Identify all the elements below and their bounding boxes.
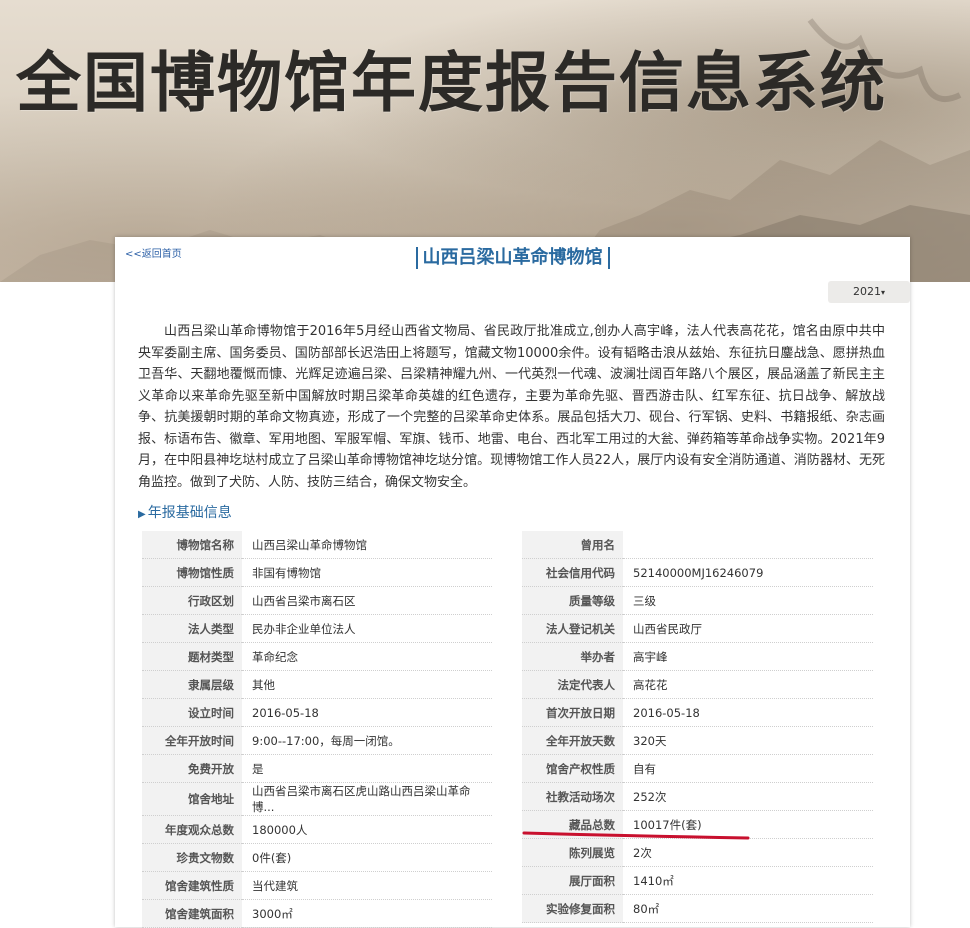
field-value: 80㎡ bbox=[623, 894, 873, 923]
field-value: 高宇峰 bbox=[623, 642, 873, 671]
field-label: 首次开放日期 bbox=[522, 698, 623, 727]
field-value: 山西省吕梁市离石区 bbox=[242, 586, 492, 615]
table-row: 馆舍产权性质 自有 bbox=[522, 754, 873, 783]
field-value: 252次 bbox=[623, 782, 873, 811]
field-label: 隶属层级 bbox=[142, 670, 242, 699]
table-row: 举办者 高宇峰 bbox=[522, 642, 873, 671]
field-value: 革命纪念 bbox=[242, 642, 492, 671]
field-label: 举办者 bbox=[522, 642, 623, 671]
field-label: 馆舍产权性质 bbox=[522, 754, 623, 783]
field-label: 博物馆性质 bbox=[142, 558, 242, 587]
museum-title: 山西吕梁山革命博物馆 bbox=[115, 247, 910, 269]
table-row: 陈列展览 2次 bbox=[522, 838, 873, 867]
field-label: 馆舍地址 bbox=[142, 782, 242, 816]
table-row: 馆舍建筑面积 3000㎡ bbox=[142, 899, 492, 928]
table-row: 博物馆名称 山西吕梁山革命博物馆 bbox=[142, 531, 492, 559]
field-label: 设立时间 bbox=[142, 698, 242, 727]
field-label: 博物馆名称 bbox=[142, 531, 242, 559]
field-label: 馆舍建筑性质 bbox=[142, 871, 242, 900]
caret-down-icon: ▾ bbox=[880, 288, 885, 297]
red-underline-annotation bbox=[522, 831, 750, 840]
table-row: 法人登记机关 山西省民政厅 bbox=[522, 614, 873, 643]
field-value: 0件(套) bbox=[242, 843, 492, 872]
field-label: 免费开放 bbox=[142, 754, 242, 783]
table-row: 珍贵文物数 0件(套) bbox=[142, 843, 492, 872]
field-label: 行政区划 bbox=[142, 586, 242, 615]
field-value: 52140000MJ16246079 bbox=[623, 558, 873, 587]
table-row: 首次开放日期 2016-05-18 bbox=[522, 698, 873, 727]
field-value: 三级 bbox=[623, 586, 873, 615]
field-value: 民办非企业单位法人 bbox=[242, 614, 492, 643]
museum-report-panel: <<返回首页 山西吕梁山革命博物馆 2021▾ 山西吕梁山革命博物馆于2016年… bbox=[115, 237, 910, 928]
table-row: 全年开放天数 320天 bbox=[522, 726, 873, 755]
table-row: 曾用名 bbox=[522, 531, 873, 559]
section-title: 年报基础信息 bbox=[147, 505, 232, 521]
system-title: 全国博物馆年度报告信息系统 bbox=[16, 45, 888, 121]
field-value: 180000人 bbox=[242, 815, 492, 844]
table-row: 法定代表人 高花花 bbox=[522, 670, 873, 699]
field-value: 2016-05-18 bbox=[242, 698, 492, 727]
field-value: 当代建筑 bbox=[242, 871, 492, 900]
table-row: 题材类型 革命纪念 bbox=[142, 642, 492, 671]
table-row: 馆舍地址 山西省吕梁市离石区虎山路山西吕梁山革命博... bbox=[142, 782, 492, 816]
field-value: 2016-05-18 bbox=[623, 698, 873, 727]
museum-introduction: 山西吕梁山革命博物馆于2016年5月经山西省文物局、省民政厅批准成立,创办人高宇… bbox=[138, 324, 885, 490]
triangle-right-icon: ▶ bbox=[138, 509, 146, 520]
field-label: 馆舍建筑面积 bbox=[142, 899, 242, 928]
field-value: 山西省民政厅 bbox=[623, 614, 873, 643]
table-row: 年度观众总数 180000人 bbox=[142, 815, 492, 844]
field-value: 9:00--17:00，每周一闭馆。 bbox=[242, 726, 492, 755]
field-value: 非国有博物馆 bbox=[242, 558, 492, 587]
table-row: 法人类型 民办非企业单位法人 bbox=[142, 614, 492, 643]
field-label: 实验修复面积 bbox=[522, 894, 623, 923]
field-value: 320天 bbox=[623, 726, 873, 755]
basic-info-table-right: 曾用名 社会信用代码 52140000MJ16246079 质量等级 三级 法人登记… bbox=[522, 531, 873, 923]
section-header: ▶ 年报基础信息 bbox=[138, 502, 232, 522]
table-row: 行政区划 山西省吕梁市离石区 bbox=[142, 586, 492, 615]
field-label: 陈列展览 bbox=[522, 838, 623, 867]
field-value: 是 bbox=[242, 754, 492, 783]
field-value: 山西省吕梁市离石区虎山路山西吕梁山革命博... bbox=[242, 782, 492, 816]
table-row: 社会信用代码 52140000MJ16246079 bbox=[522, 558, 873, 587]
field-label: 社教活动场次 bbox=[522, 782, 623, 811]
field-label: 年度观众总数 bbox=[142, 815, 242, 844]
table-row: 隶属层级 其他 bbox=[142, 670, 492, 699]
field-label: 珍贵文物数 bbox=[142, 843, 242, 872]
field-value: 山西吕梁山革命博物馆 bbox=[242, 531, 492, 559]
field-value: 3000㎡ bbox=[242, 899, 492, 928]
field-value: 2次 bbox=[623, 838, 873, 867]
table-row: 质量等级 三级 bbox=[522, 586, 873, 615]
field-label: 法定代表人 bbox=[522, 670, 623, 699]
table-row: 社教活动场次 252次 bbox=[522, 782, 873, 811]
field-value: 其他 bbox=[242, 670, 492, 699]
table-row: 馆舍建筑性质 当代建筑 bbox=[142, 871, 492, 900]
field-value bbox=[623, 531, 873, 559]
field-label: 质量等级 bbox=[522, 586, 623, 615]
field-value: 高花花 bbox=[623, 670, 873, 699]
field-value: 1410㎡ bbox=[623, 866, 873, 895]
field-label: 社会信用代码 bbox=[522, 558, 623, 587]
field-label: 法人登记机关 bbox=[522, 614, 623, 643]
basic-info-table-left: 博物馆名称 山西吕梁山革命博物馆 博物馆性质 非国有博物馆 行政区划 山西省吕梁市离石… bbox=[142, 531, 492, 928]
field-value: 自有 bbox=[623, 754, 873, 783]
field-label: 曾用名 bbox=[522, 531, 623, 559]
year-value: 2021 bbox=[852, 285, 881, 298]
field-label: 题材类型 bbox=[142, 642, 242, 671]
year-dropdown[interactable]: 2021▾ bbox=[828, 281, 910, 303]
table-row: 免费开放是 bbox=[142, 754, 492, 783]
museum-name: 山西吕梁山革命博物馆 bbox=[415, 247, 610, 269]
table-row: 实验修复面积 80㎡ bbox=[522, 894, 873, 923]
table-row: 博物馆性质 非国有博物馆 bbox=[142, 558, 492, 587]
table-row: 展厅面积 1410㎡ bbox=[522, 866, 873, 895]
field-label: 全年开放天数 bbox=[522, 726, 623, 755]
field-label: 展厅面积 bbox=[522, 866, 623, 895]
table-row: 全年开放时间 9:00--17:00，每周一闭馆。 bbox=[142, 726, 492, 755]
field-label: 全年开放时间 bbox=[142, 726, 242, 755]
table-row: 设立时间 2016-05-18 bbox=[142, 698, 492, 727]
field-label: 法人类型 bbox=[142, 614, 242, 643]
